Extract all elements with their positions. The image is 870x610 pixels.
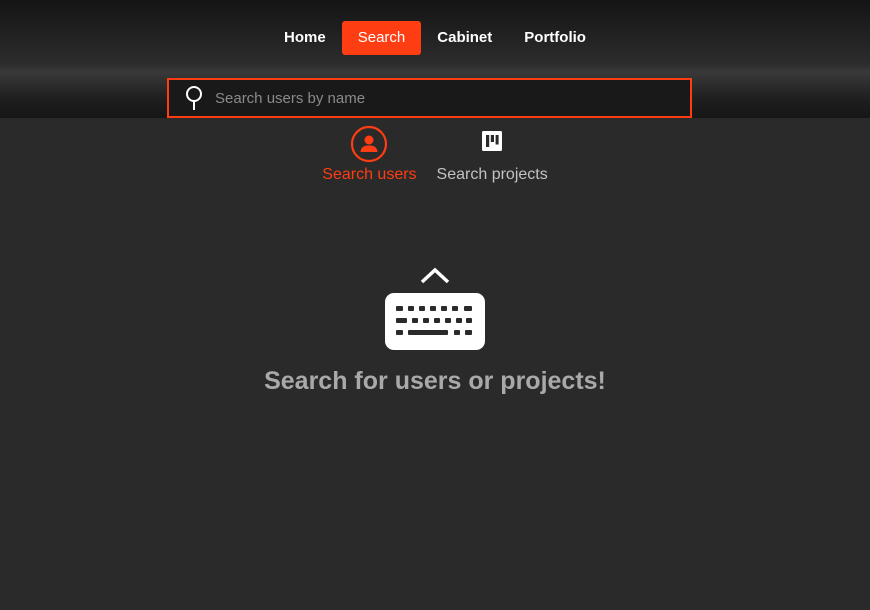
tab-search-users[interactable]: Search users [322, 124, 417, 184]
search-input[interactable] [215, 80, 690, 116]
empty-state: Search for users or projects! [0, 262, 870, 396]
nav-search[interactable]: Search [341, 21, 422, 55]
empty-state-message: Search for users or projects! [264, 367, 606, 395]
search-tabs: Search users Search projects [0, 124, 870, 184]
tab-search-users-label: Search users [322, 166, 417, 183]
search-box [167, 78, 692, 118]
tab-search-projects[interactable]: Search projects [437, 124, 548, 184]
keyboard-icon [384, 262, 486, 357]
main-nav: Home Search Cabinet Portfolio [0, 21, 870, 55]
tab-search-projects-label: Search projects [436, 166, 548, 183]
user-icon [350, 124, 388, 164]
nav-home[interactable]: Home [268, 21, 342, 55]
nav-portfolio[interactable]: Portfolio [508, 21, 602, 55]
nav-cabinet[interactable]: Cabinet [421, 21, 508, 55]
board-icon [481, 124, 503, 164]
search-icon [183, 85, 205, 111]
